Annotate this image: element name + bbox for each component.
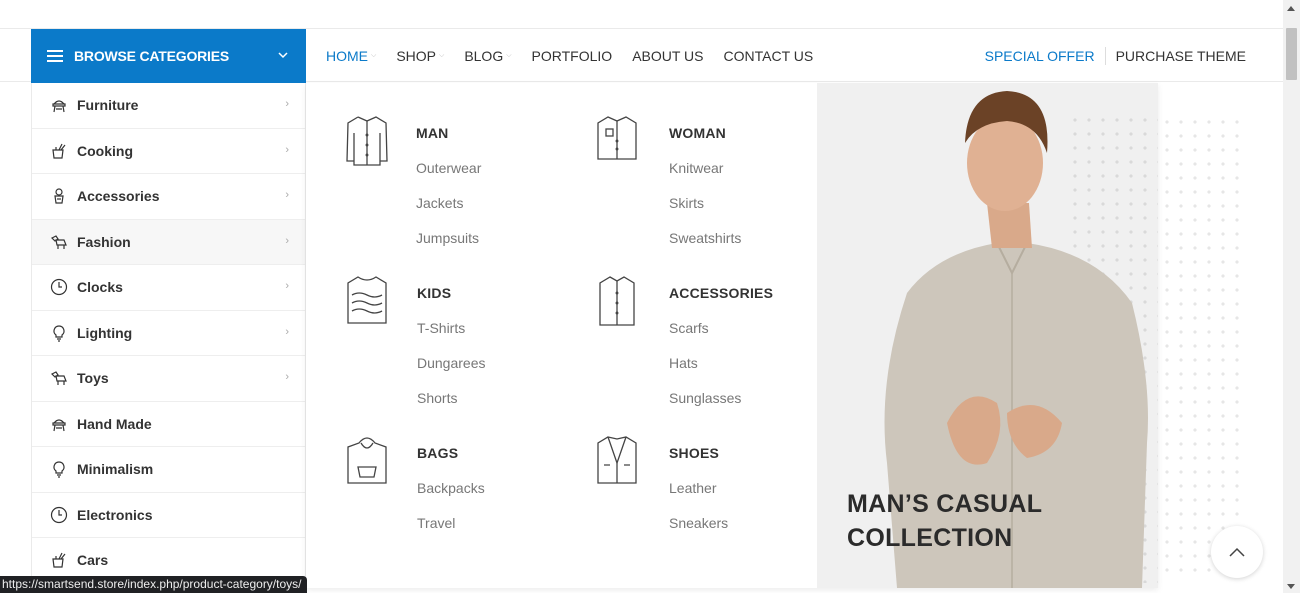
menu-link[interactable]: Outerwear (416, 160, 481, 176)
sidebar-item-lighting[interactable]: Lighting › (32, 311, 305, 356)
sidebar-item-fashion[interactable]: Fashion › (32, 219, 305, 265)
chevron-right-icon: › (285, 371, 289, 383)
sidebar-item-cooking[interactable]: Cooking › (32, 129, 305, 174)
caret-down-icon: ⌵ (371, 52, 377, 59)
clock-icon (49, 277, 69, 297)
shirt-icon (599, 276, 635, 326)
menu-link[interactable]: Jumpsuits (416, 230, 479, 246)
menu-title-woman[interactable]: WOMAN (669, 125, 726, 141)
menu-title-accessories[interactable]: ACCESSORIES (669, 285, 773, 301)
scroll-up-arrow[interactable] (1287, 6, 1295, 11)
promo-title: MAN’S CASUAL COLLECTION (847, 490, 1043, 552)
nav-blog[interactable]: BLOG ⌵ (464, 48, 511, 64)
top-strip (0, 0, 1283, 28)
nav-portfolio[interactable]: PORTFOLIO (532, 48, 613, 64)
sweater-icon (347, 276, 387, 324)
chevron-up-icon (1229, 547, 1245, 557)
menu-title-shoes[interactable]: SHOES (669, 445, 719, 461)
shirt-icon (346, 116, 388, 166)
category-sidebar: Furniture › Cooking › Accessories › Fash… (31, 83, 306, 593)
nav-home[interactable]: HOME ⌵ (326, 48, 376, 64)
sidebar-item-accessories[interactable]: Accessories › (32, 174, 305, 220)
menu-link[interactable]: Backpacks (417, 480, 485, 496)
browser-status-url: https://smartsend.store/index.php/produc… (0, 576, 308, 593)
special-offer-link[interactable]: SPECIAL OFFER (985, 48, 1095, 64)
nav-divider (1104, 47, 1106, 65)
menu-link[interactable]: T-Shirts (417, 320, 465, 336)
hoodie-icon (347, 437, 387, 484)
toy-horse-icon (49, 368, 69, 388)
header: BROWSE CATEGORIES HOME ⌵ SHOP ⌵ BLOG ⌵ PORT… (0, 28, 1283, 83)
caret-down-icon: ⌵ (439, 52, 445, 59)
chair-icon (49, 95, 69, 115)
chevron-right-icon: › (285, 189, 289, 201)
menu-link[interactable]: Shorts (417, 390, 457, 406)
chevron-right-icon: › (285, 143, 289, 156)
chair-icon (49, 414, 69, 434)
menu-link[interactable]: Hats (669, 355, 698, 371)
page-scrollbar[interactable] (1283, 0, 1300, 593)
menu-link[interactable]: Scarfs (669, 320, 709, 336)
sidebar-item-furniture[interactable]: Furniture › (32, 83, 305, 129)
sidebar-item-clocks[interactable]: Clocks › (32, 265, 305, 311)
fashion-icon (49, 232, 69, 252)
promo-banner[interactable]: MAN’S CASUAL COLLECTION (817, 83, 1158, 588)
menu-link[interactable]: Sweatshirts (669, 230, 741, 246)
clock-icon (49, 505, 69, 525)
browse-categories-button[interactable]: BROWSE CATEGORIES (31, 29, 306, 83)
jacket-icon (597, 436, 637, 484)
bulb-icon (49, 323, 69, 343)
sidebar-item-hand-made[interactable]: Hand Made (32, 402, 305, 447)
scroll-down-arrow[interactable] (1287, 584, 1295, 589)
nav-contact-us[interactable]: CONTACT US (724, 48, 814, 64)
chevron-right-icon: › (285, 280, 289, 292)
sidebar-item-toys[interactable]: Toys › (32, 356, 305, 402)
blouse-icon (597, 116, 637, 160)
chevron-right-icon: › (285, 98, 289, 110)
menu-title-bags[interactable]: BAGS (417, 445, 458, 461)
sidebar-item-minimalism[interactable]: Minimalism (32, 447, 305, 493)
browse-categories-label: BROWSE CATEGORIES (74, 48, 230, 64)
menu-link[interactable]: Knitwear (669, 160, 723, 176)
right-nav: SPECIAL OFFER PURCHASE THEME (985, 29, 1246, 83)
main-nav: HOME ⌵ SHOP ⌵ BLOG ⌵ PORTFOLIO ABOUT US CON… (326, 29, 833, 83)
menu-title-kids[interactable]: KIDS (417, 285, 451, 301)
purchase-theme-link[interactable]: PURCHASE THEME (1116, 48, 1246, 64)
scroll-to-top-button[interactable] (1211, 526, 1263, 578)
nav-about-us[interactable]: ABOUT US (632, 48, 703, 64)
sidebar-item-electronics[interactable]: Electronics (32, 493, 305, 538)
caret-down-icon: ⌵ (506, 52, 512, 59)
chevron-right-icon: › (285, 234, 289, 247)
menu-icon (47, 50, 63, 62)
chevron-down-icon (278, 52, 288, 59)
scrollbar-thumb[interactable] (1286, 28, 1297, 80)
menu-link[interactable]: Leather (669, 480, 716, 496)
accessories-icon (49, 186, 69, 206)
menu-link[interactable]: Sneakers (669, 515, 728, 531)
menu-link[interactable]: Skirts (669, 195, 704, 211)
nav-shop[interactable]: SHOP ⌵ (396, 48, 444, 64)
cooking-icon (49, 141, 69, 161)
menu-title-man[interactable]: MAN (416, 125, 448, 141)
menu-link[interactable]: Sunglasses (669, 390, 741, 406)
menu-link[interactable]: Jackets (416, 195, 463, 211)
bulb-icon (49, 459, 69, 479)
menu-link[interactable]: Travel (417, 515, 455, 531)
menu-link[interactable]: Dungarees (417, 355, 486, 371)
background-dot-pattern (1160, 115, 1248, 575)
chevron-right-icon: › (285, 325, 289, 338)
cooking-icon (49, 550, 69, 570)
